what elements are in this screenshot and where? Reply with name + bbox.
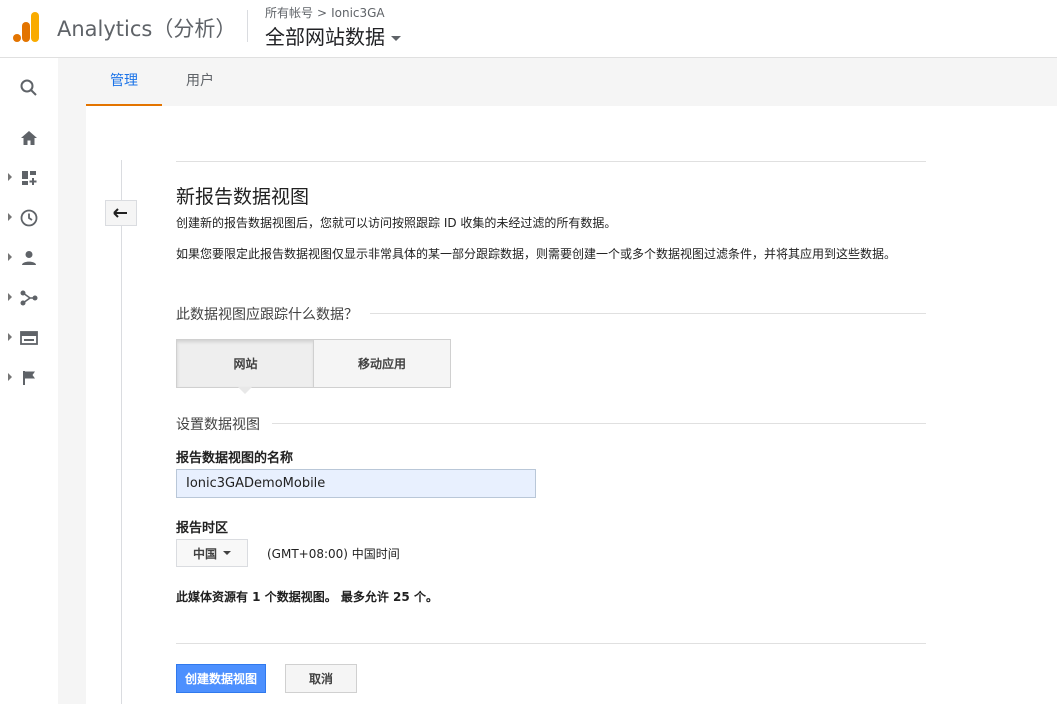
breadcrumb-root[interactable]: 所有帐号 (265, 6, 313, 20)
content-gutter (58, 106, 86, 704)
top-divider (176, 161, 926, 162)
search-icon[interactable] (0, 73, 58, 103)
acquisition-icon (20, 290, 38, 306)
create-view-button[interactable]: 创建数据视图 (176, 664, 266, 693)
timezone-country-value: 中国 (192, 546, 217, 561)
timezone-label: 报告时区 (176, 521, 229, 536)
expand-arrow-icon (8, 333, 12, 341)
bottom-divider (176, 643, 926, 644)
nav-behavior[interactable] (0, 323, 58, 353)
expand-arrow-icon (8, 213, 12, 221)
track-section-label: 此数据视图应跟踪什么数据？ (176, 304, 370, 324)
segment-pointer (238, 387, 252, 394)
expand-arrow-icon (8, 173, 12, 181)
view-picker-label: 全部网站数据 (265, 25, 385, 49)
header-divider (247, 10, 248, 42)
arrow-left-icon (113, 208, 127, 218)
description-1: 创建新的报告数据视图后，您就可以访问按照跟踪 ID 收集的未经过滤的所有数据。 (176, 216, 617, 230)
nav-customization[interactable] (0, 163, 58, 193)
cancel-button[interactable]: 取消 (285, 664, 357, 693)
tab-user[interactable]: 用户 (166, 58, 234, 106)
flag-icon (23, 371, 35, 385)
admin-tabs: 管理 用户 (58, 58, 1057, 106)
chevron-down-icon (391, 36, 401, 41)
home-icon[interactable] (0, 123, 58, 153)
column-divider (121, 160, 122, 704)
app-title: Analytics（分析） (57, 17, 237, 41)
analytics-logo-icon[interactable] (12, 11, 40, 43)
view-picker[interactable]: 全部网站数据 (265, 21, 401, 50)
breadcrumb[interactable]: 所有帐号 > Ionic3GA (265, 4, 385, 21)
clock-icon (20, 209, 38, 227)
setup-section-divider (176, 423, 926, 424)
chevron-down-icon (223, 551, 231, 555)
side-nav (0, 58, 58, 704)
page-title: 新报告数据视图 (176, 186, 310, 208)
timezone-text: (GMT+08:00) 中国时间 (267, 547, 400, 561)
back-button[interactable] (105, 200, 137, 226)
nav-conversions[interactable] (0, 363, 58, 393)
setup-section-label: 设置数据视图 (176, 414, 272, 434)
expand-arrow-icon (8, 293, 12, 301)
view-name-label: 报告数据视图的名称 (176, 451, 294, 466)
nav-acquisition[interactable] (0, 283, 58, 313)
view-quota-text: 此媒体资源有 1 个数据视图。 最多允许 25 个。 (176, 590, 438, 604)
expand-arrow-icon (8, 253, 12, 261)
customization-icon (22, 171, 37, 185)
top-bar: Analytics（分析） 所有帐号 > Ionic3GA 全部网站数据 (0, 0, 1057, 58)
timezone-country-select[interactable]: 中国 (176, 539, 248, 567)
person-icon (22, 251, 36, 265)
nav-audience[interactable] (0, 243, 58, 273)
tab-admin[interactable]: 管理 (86, 58, 162, 106)
view-name-input[interactable] (176, 469, 536, 498)
nav-realtime[interactable] (0, 203, 58, 233)
segment-mobile-app[interactable]: 移动应用 (313, 339, 451, 388)
expand-arrow-icon (8, 373, 12, 381)
segment-website[interactable]: 网站 (176, 339, 314, 388)
description-2: 如果您要限定此报告数据视图仅显示非常具体的某一部分跟踪数据，则需要创建一个或多个… (176, 247, 897, 261)
breadcrumb-separator: > (317, 6, 328, 20)
behavior-icon (20, 331, 38, 345)
breadcrumb-account[interactable]: Ionic3GA (331, 6, 385, 20)
